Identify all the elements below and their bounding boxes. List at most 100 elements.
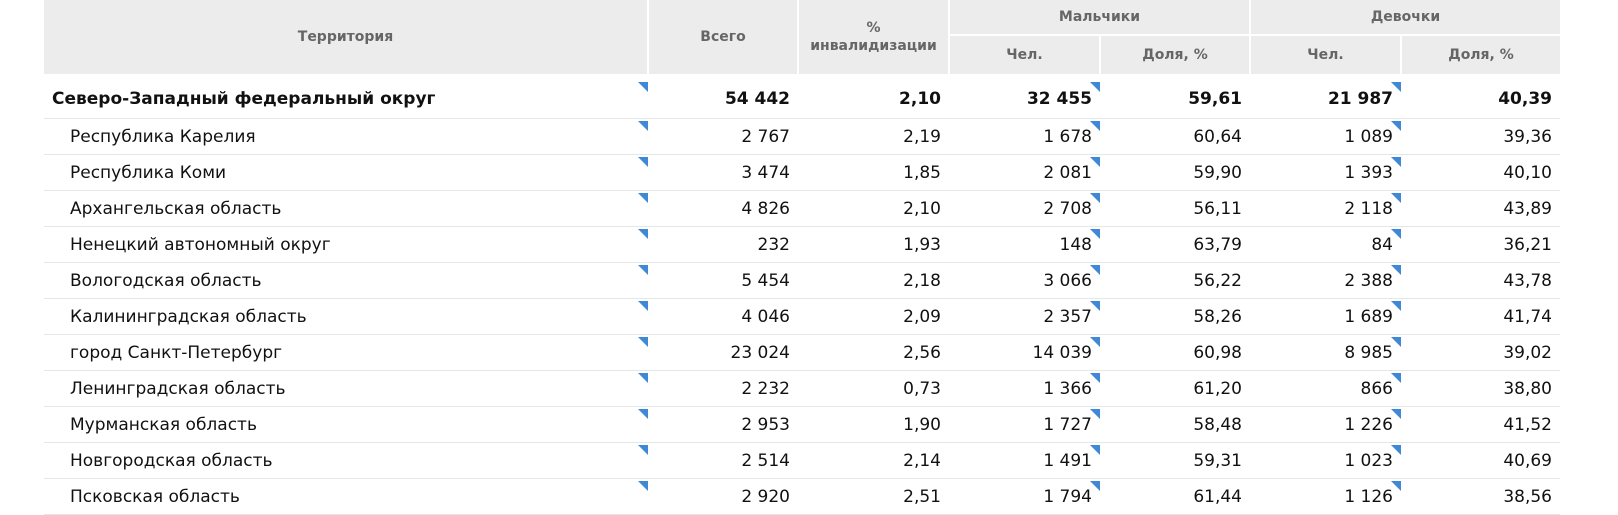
- girls-share-value-text: 41,52: [1503, 414, 1552, 435]
- girls-share-value-text: 43,78: [1503, 270, 1552, 291]
- comment-marker-icon[interactable]: [638, 481, 648, 491]
- disability-percent-value: 2,10: [798, 80, 949, 119]
- header-territory[interactable]: Территория: [44, 0, 649, 76]
- statistics-table-container: Территория Всего % инвалидизации Мальчик…: [44, 0, 1560, 515]
- header-disability-line2: инвалидизации: [810, 38, 937, 54]
- territory-name-text: Архангельская область: [70, 198, 282, 219]
- territory-name: Мурманская область: [44, 406, 648, 443]
- header-boys-share[interactable]: Доля, %: [1100, 35, 1251, 76]
- girls-count-value-text: 1 689: [1344, 306, 1393, 327]
- comment-marker-icon[interactable]: [1090, 157, 1100, 167]
- girls-count-value-text: 8 985: [1344, 342, 1393, 363]
- disability-percent-value: 0,73: [798, 370, 949, 407]
- comment-marker-icon[interactable]: [1090, 337, 1100, 347]
- territory-name: Псковская область: [44, 478, 648, 515]
- disability-percent-value: 1,93: [798, 226, 949, 263]
- header-total[interactable]: Всего: [648, 0, 799, 76]
- table-row: Мурманская область 2 953 1,90 1 727 58,48 1 2…: [44, 406, 1560, 443]
- comment-marker-icon[interactable]: [1090, 445, 1100, 455]
- comment-marker-icon[interactable]: [1090, 121, 1100, 131]
- total-value: 23 024: [648, 334, 798, 371]
- girls-share-value: 43,78: [1401, 262, 1560, 299]
- territory-name-text: Республика Карелия: [70, 126, 256, 147]
- comment-marker-icon[interactable]: [638, 265, 648, 275]
- boys-share-value-text: 59,90: [1193, 162, 1242, 183]
- comment-marker-icon[interactable]: [1090, 301, 1100, 311]
- boys-share-value-text: 60,98: [1193, 342, 1242, 363]
- boys-count-value: 1 366: [949, 370, 1100, 407]
- comment-marker-icon[interactable]: [638, 373, 648, 383]
- comment-marker-icon[interactable]: [1391, 193, 1401, 203]
- header-disability-percent[interactable]: % инвалидизации: [798, 0, 950, 76]
- territory-name: Новгородская область: [44, 442, 648, 479]
- total-value: 232: [648, 226, 798, 263]
- girls-share-value-text: 38,56: [1503, 486, 1552, 507]
- disability-percent-value: 2,51: [798, 478, 949, 515]
- table-row: Вологодская область 5 454 2,18 3 066 56,22 2 …: [44, 262, 1560, 299]
- comment-marker-icon[interactable]: [1090, 229, 1100, 239]
- boys-count-value-text: 1 794: [1043, 486, 1092, 507]
- girls-count-value-text: 1 393: [1344, 162, 1393, 183]
- territory-name: Вологодская область: [44, 262, 648, 299]
- boys-share-value-text: 61,44: [1193, 486, 1242, 507]
- disability-percent-value-text: 2,10: [899, 89, 941, 109]
- total-value-text: 4 826: [741, 198, 790, 219]
- girls-share-value-text: 43,89: [1503, 198, 1552, 219]
- boys-share-value-text: 63,79: [1193, 234, 1242, 255]
- disability-percent-value: 2,18: [798, 262, 949, 299]
- boys-share-value: 60,98: [1100, 334, 1250, 371]
- total-value-text: 2 920: [741, 486, 790, 507]
- header-girls: Девочки: [1250, 0, 1560, 36]
- girls-share-value-text: 40,39: [1498, 89, 1552, 109]
- comment-marker-icon[interactable]: [1391, 265, 1401, 275]
- comment-marker-icon[interactable]: [1090, 193, 1100, 203]
- comment-marker-icon[interactable]: [638, 445, 648, 455]
- comment-marker-icon[interactable]: [638, 229, 648, 239]
- comment-marker-icon[interactable]: [1391, 121, 1401, 131]
- table-row: Псковская область 2 920 2,51 1 794 61,44 1 12…: [44, 478, 1560, 515]
- territory-name-text: Северо-Западный федеральный округ: [52, 89, 436, 109]
- comment-marker-icon[interactable]: [1090, 82, 1100, 92]
- comment-marker-icon[interactable]: [638, 157, 648, 167]
- territory-name: Архангельская область: [44, 190, 648, 227]
- boys-count-value: 32 455: [949, 80, 1100, 119]
- comment-marker-icon[interactable]: [1391, 409, 1401, 419]
- territory-name: Северо-Западный федеральный округ: [44, 80, 648, 119]
- girls-share-value-text: 40,10: [1503, 162, 1552, 183]
- disability-percent-value-text: 0,73: [903, 378, 941, 399]
- total-value: 2 767: [648, 118, 798, 155]
- disability-percent-value: 1,85: [798, 154, 949, 191]
- table-row: Архангельская область 4 826 2,10 2 708 56,11…: [44, 190, 1560, 227]
- comment-marker-icon[interactable]: [1391, 82, 1401, 92]
- comment-marker-icon[interactable]: [1391, 481, 1401, 491]
- total-value: 54 442: [648, 80, 798, 119]
- comment-marker-icon[interactable]: [638, 301, 648, 311]
- header-girls-share[interactable]: Доля, %: [1401, 35, 1560, 76]
- territory-name-text: город Санкт-Петербург: [70, 342, 283, 363]
- territory-name-text: Вологодская область: [70, 270, 262, 291]
- header-girls-count[interactable]: Чел.: [1250, 35, 1402, 76]
- comment-marker-icon[interactable]: [1391, 373, 1401, 383]
- comment-marker-icon[interactable]: [1090, 265, 1100, 275]
- boys-count-value: 1 794: [949, 478, 1100, 515]
- comment-marker-icon[interactable]: [1391, 445, 1401, 455]
- boys-count-value: 2 708: [949, 190, 1100, 227]
- total-value: 2 920: [648, 478, 798, 515]
- comment-marker-icon[interactable]: [638, 409, 648, 419]
- comment-marker-icon[interactable]: [638, 121, 648, 131]
- header-boys-count[interactable]: Чел.: [949, 35, 1101, 76]
- table-row: Новгородская область 2 514 2,14 1 491 59,31 1…: [44, 442, 1560, 479]
- territory-name-text: Ленинградская область: [70, 378, 286, 399]
- comment-marker-icon[interactable]: [1090, 409, 1100, 419]
- girls-count-value-text: 84: [1371, 234, 1393, 255]
- comment-marker-icon[interactable]: [1391, 157, 1401, 167]
- comment-marker-icon[interactable]: [1090, 373, 1100, 383]
- comment-marker-icon[interactable]: [1391, 337, 1401, 347]
- comment-marker-icon[interactable]: [638, 193, 648, 203]
- comment-marker-icon[interactable]: [638, 82, 648, 92]
- boys-count-value-text: 1 678: [1043, 126, 1092, 147]
- comment-marker-icon[interactable]: [1391, 229, 1401, 239]
- comment-marker-icon[interactable]: [1391, 301, 1401, 311]
- comment-marker-icon[interactable]: [1090, 481, 1100, 491]
- comment-marker-icon[interactable]: [638, 337, 648, 347]
